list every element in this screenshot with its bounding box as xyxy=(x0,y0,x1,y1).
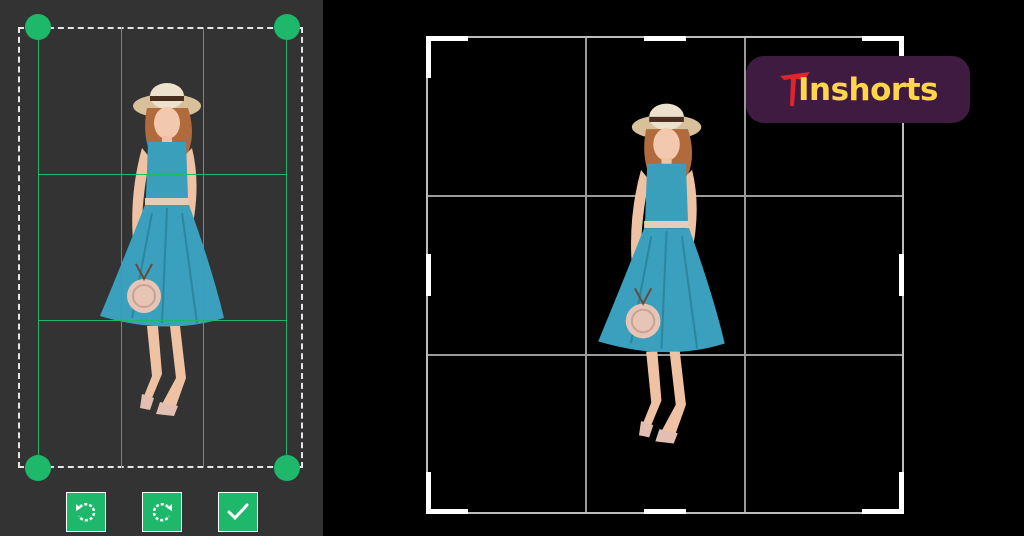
rotate-left-button[interactable] xyxy=(66,492,106,532)
cutout-photo-woman-right xyxy=(598,103,725,444)
checkmark-icon xyxy=(227,503,249,521)
frame-handle-bottom-right-v[interactable] xyxy=(899,472,904,514)
rotate-right-button[interactable] xyxy=(142,492,182,532)
action-bar xyxy=(0,488,323,536)
crop-editor-panel xyxy=(0,0,323,536)
rotate-counterclockwise-icon xyxy=(76,502,96,522)
frame-handle-right-mid[interactable] xyxy=(899,254,904,296)
inshorts-logo-badge: Inshorts xyxy=(746,56,970,123)
logo-text: Inshorts xyxy=(798,71,938,108)
frame-handle-bottom-left-h[interactable] xyxy=(426,509,468,514)
frame-handle-top-left-v[interactable] xyxy=(426,36,431,78)
crop-handle-bottom-left[interactable] xyxy=(25,455,51,481)
frame-handle-bottom-right-h[interactable] xyxy=(862,509,904,514)
confirm-button[interactable] xyxy=(218,492,258,532)
rotate-clockwise-icon xyxy=(152,502,172,522)
frame-handle-top-left-h[interactable] xyxy=(426,36,468,41)
frame-handle-top-right-h[interactable] xyxy=(862,36,904,41)
frame-handle-bottom-left-v[interactable] xyxy=(426,472,431,514)
frame-handle-bottom-mid[interactable] xyxy=(644,509,686,514)
frame-handle-top-mid[interactable] xyxy=(644,36,686,41)
crop-handle-top-left[interactable] xyxy=(25,14,51,40)
crop-handle-bottom-right[interactable] xyxy=(274,455,300,481)
frame-handle-left-mid[interactable] xyxy=(426,254,431,296)
crop-handle-top-right[interactable] xyxy=(274,14,300,40)
green-crop-grid[interactable] xyxy=(38,27,287,468)
